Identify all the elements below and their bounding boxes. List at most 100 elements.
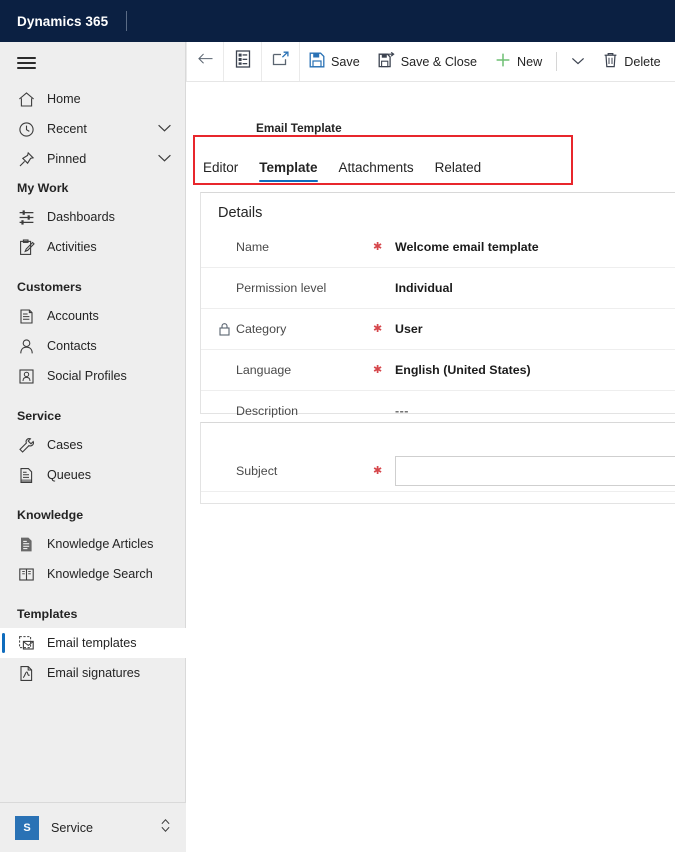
field-value[interactable]: --- <box>395 404 409 418</box>
chevron-down-icon[interactable] <box>157 152 172 166</box>
sidebar-item-dashboards[interactable]: Dashboards <box>0 202 186 232</box>
record-form-area: Email Template Editor Template Attachments… <box>186 82 675 852</box>
details-section-title: Details <box>218 205 263 221</box>
show-form-button[interactable] <box>224 42 262 81</box>
required-marker: ✱ <box>373 240 383 253</box>
tab-editor[interactable]: Editor <box>203 160 238 182</box>
command-separator <box>556 52 558 71</box>
save-and-close-label: Save & Close <box>400 54 478 69</box>
chevron-down-icon[interactable] <box>157 122 172 136</box>
sidebar-item-activities[interactable]: Activities <box>0 232 186 262</box>
sidebar-item-email-templates[interactable]: Email templates <box>0 628 186 658</box>
form-icon <box>235 50 251 73</box>
home-icon <box>17 90 36 109</box>
field-label: Description <box>236 404 298 418</box>
sidebar-item-label: Dashboards <box>47 210 115 224</box>
save-button[interactable]: Save <box>300 42 369 81</box>
tab-attachments[interactable]: Attachments <box>339 160 414 182</box>
sidebar-group-knowledge: Knowledge <box>17 508 84 522</box>
sidebar-item-cases[interactable]: Cases <box>0 430 186 460</box>
contact-icon <box>17 337 36 356</box>
sidebar-item-label: Email signatures <box>47 666 141 680</box>
sidebar-item-contacts[interactable]: Contacts <box>0 331 186 361</box>
sidebar-item-label: Queues <box>47 468 92 482</box>
activities-icon <box>17 238 36 257</box>
field-label-wrapper: Name <box>218 240 373 254</box>
field-value[interactable]: Welcome email template <box>395 240 539 254</box>
sidebar-item-email-signatures[interactable]: Email signatures <box>0 658 186 688</box>
site-map-toggle-button[interactable] <box>0 42 186 84</box>
hamburger-icon <box>17 54 36 72</box>
sidebar-group-customers: Customers <box>17 280 82 294</box>
sidebar-item-pinned[interactable]: Pinned <box>0 144 186 174</box>
sidebar-scroll-region: Home Recent Pinned My Work Dashboards Activit… <box>0 42 186 802</box>
brand-divider <box>126 11 128 31</box>
save-icon <box>309 52 325 71</box>
delete-label: Delete <box>624 54 661 69</box>
field-label-wrapper: Description <box>218 404 373 418</box>
plus-icon <box>495 52 511 71</box>
sidebar-item-knowledge-search[interactable]: Knowledge Search <box>0 559 186 589</box>
save-and-close-button[interactable]: Save & Close <box>369 42 486 81</box>
back-button[interactable] <box>186 42 224 81</box>
field-value[interactable]: User <box>395 322 423 336</box>
book-icon <box>17 565 36 584</box>
field-label-wrapper: Category <box>218 322 373 336</box>
sidebar-item-queues[interactable]: Queues <box>0 460 186 490</box>
subject-input[interactable] <box>395 456 675 486</box>
open-in-new-window-button[interactable] <box>262 42 300 81</box>
save-and-close-icon <box>378 51 395 71</box>
subject-required-marker: ✱ <box>373 464 383 477</box>
dashboard-icon <box>17 208 36 227</box>
sidebar-item-list: Home Recent Pinned My Work Dashboards Activit… <box>0 84 186 688</box>
article-icon <box>17 535 36 554</box>
sidebar-item-label: Home <box>47 92 81 106</box>
email-template-icon <box>17 634 36 653</box>
chevron-down-icon <box>571 53 585 71</box>
lock-icon <box>218 322 231 336</box>
email-signature-icon <box>17 664 36 683</box>
new-label: New <box>517 54 543 69</box>
delete-button[interactable]: Delete <box>594 42 669 81</box>
overflow-menu-button[interactable] <box>562 42 594 81</box>
sidebar-item-recent[interactable]: Recent <box>0 114 186 144</box>
up-down-chevron-icon[interactable] <box>159 817 172 839</box>
app-name-label: Service <box>51 820 93 835</box>
subject-field-row: Subject ✱ <box>201 451 675 492</box>
tab-template[interactable]: Template <box>259 160 318 182</box>
field-row-category: Category ✱ User <box>201 309 675 350</box>
sidebar-item-home[interactable]: Home <box>0 84 186 114</box>
details-section-card: Details Name ✱ Welcome email template Permi… <box>200 192 675 460</box>
app-initial-badge: S <box>15 815 39 840</box>
field-row-language: Language ✱ English (United States) <box>201 350 675 391</box>
sidebar-item-accounts[interactable]: Accounts <box>0 301 186 331</box>
field-label: Category <box>236 322 287 336</box>
social-profile-icon <box>17 367 36 386</box>
back-arrow-icon <box>196 51 214 72</box>
sidebar-item-label: Contacts <box>47 339 97 353</box>
sidebar-item-knowledge-articles[interactable]: Knowledge Articles <box>0 529 186 559</box>
field-value[interactable]: Individual <box>395 281 453 295</box>
field-label-wrapper: Language <box>218 363 373 377</box>
dynamics365-app-window: Dynamics 365 Home Recent Pinned My Work Dash… <box>0 0 675 852</box>
required-marker: ✱ <box>373 363 383 376</box>
sidebar-item-social-profiles[interactable]: Social Profiles <box>0 361 186 391</box>
form-tab-list: Editor Template Attachments Related <box>186 140 675 182</box>
field-row-name: Name ✱ Welcome email template <box>201 227 675 268</box>
sidebar-item-label: Social Profiles <box>47 369 127 383</box>
open-in-new-window-icon <box>272 51 290 72</box>
subject-card-bottom-spacer <box>201 492 675 520</box>
app-title: Dynamics 365 <box>17 13 109 29</box>
case-icon <box>17 436 36 455</box>
sidebar-item-label: Knowledge Search <box>47 567 153 581</box>
new-button[interactable]: New <box>486 42 551 81</box>
required-marker: ✱ <box>373 322 383 335</box>
app-brand-bar: Dynamics 365 <box>0 0 675 42</box>
app-switcher[interactable]: S Service <box>0 802 186 852</box>
tab-related[interactable]: Related <box>435 160 482 182</box>
subject-field-label: Subject <box>236 464 278 478</box>
sidebar-group-service: Service <box>17 409 62 423</box>
field-value[interactable]: English (United States) <box>395 363 531 377</box>
pin-icon <box>17 150 36 169</box>
